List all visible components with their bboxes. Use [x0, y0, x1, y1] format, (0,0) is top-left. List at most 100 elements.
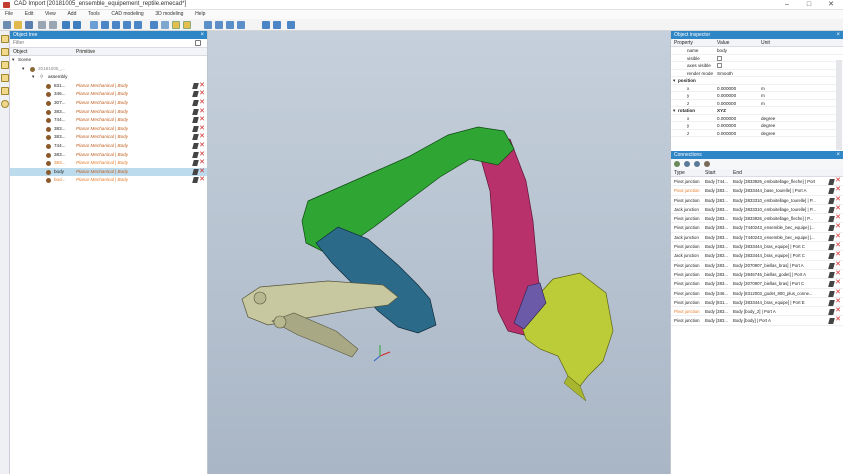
camera-icon[interactable] — [287, 21, 295, 29]
inspector-row[interactable]: visible — [671, 55, 843, 62]
delete-icon[interactable]: ✕ — [835, 298, 841, 306]
edit-icon[interactable] — [192, 134, 199, 141]
funnel-icon[interactable] — [195, 40, 201, 46]
edit-icon[interactable] — [192, 117, 199, 124]
delete-icon[interactable]: ✕ — [199, 116, 205, 124]
open-icon[interactable] — [14, 21, 22, 29]
inspector-row[interactable]: name body — [671, 47, 843, 55]
connection-row[interactable]: Pivot junction Body [383... Body [3833926_… — [671, 214, 843, 224]
link-icon[interactable] — [226, 21, 234, 29]
menu-cad-modeling[interactable]: CAD modeling — [106, 10, 148, 19]
column-property[interactable]: Property — [674, 39, 693, 47]
connection-row[interactable]: Jack junction Body [383... Body [3833310_e… — [671, 205, 843, 215]
column-unit[interactable]: Unit — [761, 39, 770, 47]
column-start[interactable]: Start — [705, 169, 716, 177]
pivot-icon[interactable] — [684, 161, 690, 167]
tree-row[interactable]: 744... Planar Mechanical | Body ✕ — [10, 116, 207, 125]
edit-icon[interactable] — [828, 318, 835, 325]
edit-icon[interactable] — [828, 262, 835, 269]
redo-icon[interactable] — [73, 21, 81, 29]
edit-icon[interactable] — [192, 99, 199, 106]
connection-row[interactable]: Jack junction Body [383... Body [7440243_e… — [671, 233, 843, 243]
edit-icon[interactable] — [192, 91, 199, 98]
zoom-icon[interactable] — [101, 21, 109, 29]
edit-icon[interactable] — [828, 271, 835, 278]
tree-row[interactable]: 383... Planar Mechanical | Body ✕ — [10, 159, 207, 168]
menu-file[interactable]: File — [0, 10, 18, 19]
inspector-row[interactable]: y 0.000000 m — [671, 92, 843, 100]
connection-row[interactable]: Pivot junction Body [383... Body [7440243_… — [671, 223, 843, 233]
linkage-arm[interactable] — [241, 280, 399, 326]
jack-icon[interactable] — [694, 161, 700, 167]
edit-icon[interactable] — [828, 188, 835, 195]
connection-row[interactable]: Pivot junction Body [383... Body [body] | … — [671, 316, 843, 326]
edit-icon[interactable] — [828, 281, 835, 288]
delete-icon[interactable]: ✕ — [199, 159, 205, 167]
column-object[interactable]: Object — [13, 48, 27, 56]
close-window-button[interactable]: ✕ — [820, 0, 842, 10]
edit-icon[interactable] — [828, 253, 835, 260]
front-view-icon[interactable] — [172, 21, 180, 29]
delete-icon[interactable]: ✕ — [835, 177, 841, 185]
edit-icon[interactable] — [192, 151, 199, 158]
tree-row-assembly[interactable]: ▾ ⚲ assembly — [10, 73, 207, 82]
menu-view[interactable]: View — [40, 10, 61, 19]
cone-icon[interactable] — [1, 87, 9, 95]
undo-icon[interactable] — [62, 21, 70, 29]
delete-icon[interactable]: ✕ — [199, 82, 205, 90]
edit-icon[interactable] — [192, 125, 199, 132]
copy-icon[interactable] — [38, 21, 46, 29]
column-primitive[interactable]: Primitive — [76, 48, 95, 56]
edit-icon[interactable] — [828, 179, 835, 185]
move-icon[interactable] — [112, 21, 120, 29]
tree-row-group[interactable]: ▾ 20181005_... — [10, 65, 207, 74]
inspector-scrollbar[interactable] — [836, 60, 842, 150]
connection-row[interactable]: Pivot junction Body [744... Body [3833926_… — [671, 177, 843, 187]
connection-row[interactable]: Pivot junction Body [383... Body [3070907_… — [671, 279, 843, 289]
filter-input[interactable] — [10, 39, 190, 47]
edit-icon[interactable] — [828, 216, 835, 223]
paste-icon[interactable] — [49, 21, 57, 29]
tree-row[interactable]: bod... Planar Mechanical | Body ✕ — [10, 176, 207, 185]
expand-arrow-icon[interactable]: ▾ — [32, 73, 34, 82]
property-value[interactable]: 0.000000 — [717, 130, 736, 138]
save-icon[interactable] — [25, 21, 33, 29]
edit-icon[interactable] — [192, 177, 199, 184]
tree-row[interactable]: 383... Planar Mechanical | Body ✕ — [10, 133, 207, 142]
delete-icon[interactable]: ✕ — [199, 142, 205, 150]
grid-icon[interactable] — [161, 21, 169, 29]
connection-row[interactable]: Pivot junction Body [383... Body [3833444_… — [671, 186, 843, 196]
tree-row[interactable]: 831... Planar Mechanical | Body ✕ — [10, 82, 207, 91]
expand-arrow-icon[interactable]: ▾ — [12, 56, 14, 65]
delete-icon[interactable]: ✕ — [835, 214, 841, 222]
expand-arrow-icon[interactable]: ▾ — [673, 77, 675, 85]
minimize-button[interactable]: – — [776, 0, 798, 10]
column-value[interactable]: Value — [717, 39, 729, 47]
view-icon[interactable] — [150, 21, 158, 29]
tree-row-scene[interactable]: ▾ Scene — [10, 56, 207, 65]
cube-icon[interactable] — [1, 35, 9, 43]
connection-row[interactable]: Pivot junction Body [383... Body [3070907_… — [671, 261, 843, 270]
property-checkbox[interactable] — [717, 62, 722, 70]
edit-icon[interactable] — [828, 225, 835, 232]
delete-icon[interactable]: ✕ — [835, 223, 841, 231]
tree-row[interactable]: 307... Planar Mechanical | Body ✕ — [10, 99, 207, 108]
close-icon[interactable]: × — [836, 151, 840, 159]
new-icon[interactable] — [3, 21, 11, 29]
inspector-row[interactable]: z 0.000000 m — [671, 100, 843, 107]
tree-row[interactable]: 383... Planar Mechanical | Body ✕ — [10, 151, 207, 160]
delete-icon[interactable]: ✕ — [199, 99, 205, 107]
connection-row[interactable]: Pivot junction Body [383... Body [3833310_… — [671, 196, 843, 205]
property-value[interactable]: 0.000000 — [717, 85, 736, 93]
close-icon[interactable]: × — [200, 31, 204, 39]
settings-icon[interactable] — [704, 161, 710, 167]
inspector-row[interactable]: x 0.000000 degree — [671, 115, 843, 122]
delete-icon[interactable]: ✕ — [199, 125, 205, 133]
property-value[interactable]: XYZ — [717, 107, 726, 115]
connection-row[interactable]: Jack junction Body [383... Body [3833444_b… — [671, 251, 843, 261]
inspector-row[interactable]: z 0.000000 degree — [671, 130, 843, 138]
property-value[interactable]: 0.000000 — [717, 122, 736, 130]
delete-icon[interactable]: ✕ — [835, 186, 841, 194]
edit-icon[interactable] — [828, 290, 835, 297]
edit-icon[interactable] — [192, 108, 199, 115]
